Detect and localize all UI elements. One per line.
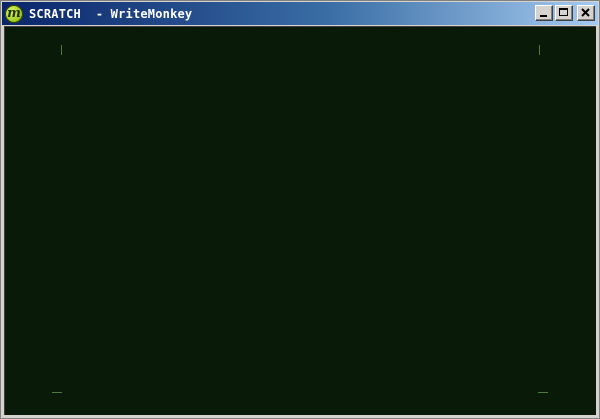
editor-area[interactable] [4, 26, 596, 415]
title-bar[interactable]: m SCRATCH - WriteMonkey [2, 2, 598, 25]
maximize-icon [559, 8, 568, 16]
margin-marker-bottom-left [52, 392, 62, 393]
writemonkey-logo-icon[interactable]: m [5, 4, 23, 23]
margin-marker-bottom-right [538, 392, 548, 393]
minimize-icon [540, 15, 547, 17]
margin-marker-top-left [61, 45, 62, 55]
close-icon [581, 8, 590, 17]
logo-glyph: m [7, 5, 21, 21]
margin-marker-top-right [539, 45, 540, 55]
close-button[interactable] [577, 5, 595, 21]
minimize-button[interactable] [535, 5, 553, 21]
app-window: m SCRATCH - WriteMonkey [0, 0, 600, 419]
caption-buttons [535, 5, 595, 21]
maximize-button[interactable] [555, 5, 573, 21]
window-title: SCRATCH - WriteMonkey [29, 6, 193, 21]
